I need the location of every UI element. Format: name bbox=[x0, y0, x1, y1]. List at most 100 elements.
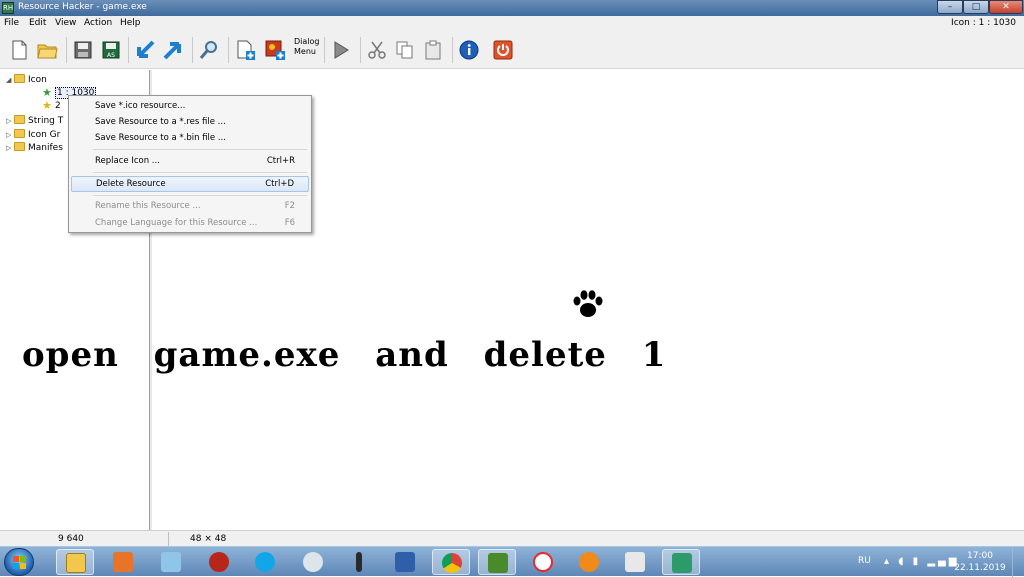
menu-save-ico[interactable]: Save *.ico resource... bbox=[71, 98, 309, 114]
save-icon[interactable] bbox=[72, 39, 94, 61]
star-icon: ★ bbox=[42, 99, 52, 112]
compile-left-icon[interactable] bbox=[134, 39, 156, 61]
taskbar-skype[interactable] bbox=[246, 549, 284, 575]
yandex-browser-icon bbox=[533, 552, 553, 572]
menu-bar: File Edit View Action Help Icon : 1 : 10… bbox=[0, 16, 1024, 31]
menu-action[interactable]: Action bbox=[84, 18, 112, 28]
status-icon-size: 48 × 48 bbox=[190, 534, 227, 544]
taskbar-paint[interactable] bbox=[616, 549, 654, 575]
taskbar-spider[interactable] bbox=[200, 549, 238, 575]
resource-indicator: Icon : 1 : 1030 bbox=[951, 18, 1016, 28]
folder-icon bbox=[14, 74, 25, 83]
compile-right-icon[interactable] bbox=[162, 39, 184, 61]
window-title: Resource Hacker - game.exe bbox=[18, 2, 147, 12]
star-icon: ★ bbox=[42, 86, 52, 99]
taskbar-files[interactable] bbox=[152, 549, 190, 575]
taskbar-yandex-browser[interactable] bbox=[524, 549, 562, 575]
expand-arrow-icon[interactable]: ▷ bbox=[6, 144, 14, 152]
tree-item-2[interactable]: ★ 2 bbox=[42, 99, 61, 113]
spider-icon bbox=[209, 552, 229, 572]
title-bar[interactable]: RH Resource Hacker - game.exe – □ ✕ bbox=[0, 0, 1024, 16]
taskbar-explorer[interactable] bbox=[56, 549, 94, 575]
minimize-button[interactable]: – bbox=[937, 0, 963, 14]
webcam-icon bbox=[303, 552, 323, 572]
taskbar-chrome[interactable] bbox=[432, 549, 470, 575]
menu-save-bin[interactable]: Save Resource to a *.bin file ... bbox=[71, 130, 309, 146]
expand-arrow-icon[interactable]: ▷ bbox=[6, 131, 14, 139]
menu-edit[interactable]: Edit bbox=[29, 18, 46, 28]
menu-delete-resource[interactable]: Delete Resource Ctrl+D bbox=[71, 176, 309, 192]
show-desktop-button[interactable] bbox=[1012, 547, 1024, 577]
tree-item-label: Icon bbox=[28, 75, 47, 85]
taskbar-game[interactable] bbox=[478, 549, 516, 575]
taskbar-installer[interactable] bbox=[386, 549, 424, 575]
blender-icon bbox=[579, 552, 599, 572]
add-image-icon[interactable] bbox=[264, 39, 286, 61]
svg-text:AS: AS bbox=[107, 52, 115, 59]
expand-arrow-icon[interactable]: ▷ bbox=[6, 117, 14, 125]
collapse-arrow-icon[interactable]: ◢ bbox=[6, 76, 14, 84]
toolbar: AS Dialog Menu bbox=[0, 31, 1024, 69]
menu-file[interactable]: File bbox=[4, 18, 19, 28]
files-icon bbox=[161, 552, 181, 572]
play-icon[interactable] bbox=[330, 39, 352, 61]
tree-item-manifest[interactable]: ▷ Manifes bbox=[6, 142, 63, 154]
search-icon[interactable] bbox=[198, 39, 220, 61]
media-player-icon bbox=[113, 552, 133, 572]
taskbar-microphone[interactable] bbox=[340, 549, 378, 575]
tree-item-icon-group[interactable]: ▷ Icon Gr bbox=[6, 129, 60, 141]
paint-icon bbox=[625, 552, 645, 572]
tray-icons[interactable]: ▴ ◖ ▮ ▂▄▆ bbox=[884, 556, 959, 567]
new-icon[interactable] bbox=[8, 39, 30, 61]
windows-logo-icon bbox=[13, 556, 26, 569]
dialog-menu-button[interactable]: Dialog Menu bbox=[294, 37, 320, 57]
microphone-icon bbox=[356, 552, 362, 572]
paw-icon bbox=[573, 290, 603, 317]
maximize-button[interactable]: □ bbox=[963, 0, 989, 14]
tree-item-icon[interactable]: ◢ Icon bbox=[6, 74, 47, 86]
tree-item-label: Icon Gr bbox=[28, 130, 61, 140]
resource-hacker-icon bbox=[672, 553, 692, 573]
start-button[interactable] bbox=[4, 548, 34, 576]
cut-icon[interactable] bbox=[366, 39, 388, 61]
installer-icon bbox=[395, 552, 415, 572]
status-offset: 9 640 bbox=[58, 534, 84, 544]
instruction-caption: open game.exe and delete 1 bbox=[22, 335, 667, 375]
menu-help[interactable]: Help bbox=[120, 18, 141, 28]
power-icon[interactable] bbox=[492, 39, 514, 61]
add-resource-icon[interactable] bbox=[234, 39, 256, 61]
menu-replace-icon[interactable]: Replace Icon ... Ctrl+R bbox=[71, 153, 309, 169]
taskbar-media-player[interactable] bbox=[104, 549, 142, 575]
taskbar-webcam[interactable] bbox=[294, 549, 332, 575]
tree-item-label: Manifes bbox=[28, 143, 63, 153]
taskbar: RU ▴ ◖ ▮ ▂▄▆ 17:00 22.11.2019 bbox=[0, 546, 1024, 577]
tree-item-label: String T bbox=[28, 116, 64, 126]
folder-icon bbox=[14, 129, 25, 138]
chrome-icon bbox=[442, 553, 462, 573]
folder-icon bbox=[14, 142, 25, 151]
save-as-icon[interactable]: AS bbox=[100, 39, 122, 61]
app-icon: RH bbox=[2, 2, 14, 14]
menu-save-res[interactable]: Save Resource to a *.res file ... bbox=[71, 114, 309, 130]
paste-icon[interactable] bbox=[422, 39, 444, 61]
game-icon bbox=[488, 553, 508, 573]
language-indicator[interactable]: RU bbox=[858, 556, 871, 566]
clock-date[interactable]: 22.11.2019 bbox=[952, 563, 1008, 573]
explorer-icon bbox=[66, 553, 86, 573]
folder-icon bbox=[14, 115, 25, 124]
info-icon[interactable] bbox=[458, 39, 480, 61]
context-menu: Save *.ico resource... Save Resource to … bbox=[68, 95, 312, 233]
taskbar-blender[interactable] bbox=[570, 549, 608, 575]
taskbar-resource-hacker[interactable] bbox=[662, 549, 700, 575]
tree-item-label: 2 bbox=[55, 101, 61, 111]
close-button[interactable]: ✕ bbox=[989, 0, 1023, 14]
menu-rename-resource: Rename this Resource ... F2 bbox=[95, 201, 295, 211]
copy-icon[interactable] bbox=[394, 39, 416, 61]
open-folder-icon[interactable] bbox=[36, 39, 58, 61]
menu-view[interactable]: View bbox=[55, 18, 76, 28]
status-bar: 9 640 48 × 48 bbox=[0, 530, 1024, 546]
skype-icon bbox=[255, 552, 275, 572]
menu-change-language: Change Language for this Resource ... F6 bbox=[95, 218, 295, 228]
tree-item-string-table[interactable]: ▷ String T bbox=[6, 115, 63, 127]
clock-time[interactable]: 17:00 bbox=[960, 551, 1000, 561]
